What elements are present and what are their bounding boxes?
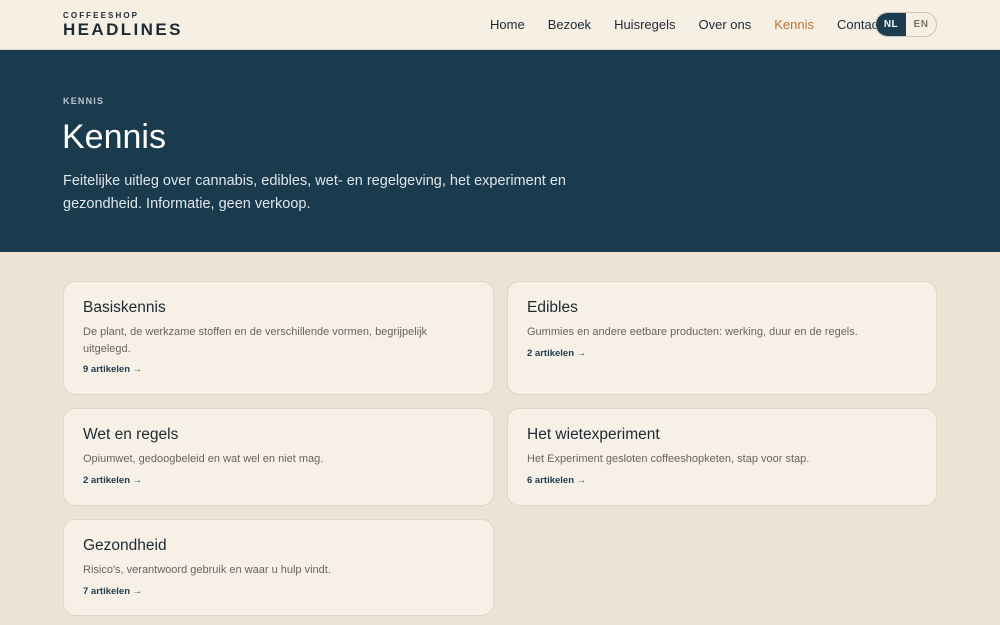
card-description: Het Experiment gesloten coffeeshopketen,…	[527, 453, 810, 465]
nav-home[interactable]: Home	[490, 17, 525, 32]
card-articles-link[interactable]: 6 artikelen →	[527, 475, 586, 486]
card-title: Wet en regels	[83, 426, 179, 443]
hero-section: KENNIS Kennis Feitelijke uitleg over can…	[0, 50, 1000, 252]
card-wietexperiment[interactable]: Het wietexperiment Het Experiment geslot…	[507, 408, 937, 506]
breadcrumb: KENNIS	[63, 96, 105, 106]
site-logo[interactable]: COFFEESHOP HEADLINES	[63, 11, 183, 38]
card-articles-link[interactable]: 2 artikelen →	[527, 348, 586, 359]
card-title: Basiskennis	[83, 299, 166, 316]
card-description: Opiumwet, gedoogbeleid en wat wel en nie…	[83, 453, 324, 465]
card-articles-link[interactable]: 2 artikelen →	[83, 475, 142, 486]
lang-nl-button[interactable]: NL	[876, 13, 906, 36]
card-title: Gezondheid	[83, 537, 167, 554]
nav-huisregels[interactable]: Huisregels	[614, 17, 675, 32]
main-nav: Home Bezoek Huisregels Over ons Kennis C…	[490, 17, 905, 32]
nav-over-ons[interactable]: Over ons	[698, 17, 751, 32]
logo-big-text: HEADLINES	[63, 20, 183, 39]
logo-small-text: COFFEESHOP	[63, 11, 140, 20]
language-switch: NL EN	[875, 12, 937, 37]
page-subtitle: Feitelijke uitleg over cannabis, edibles…	[63, 173, 566, 212]
card-gezondheid[interactable]: Gezondheid Risico's, verantwoord gebruik…	[63, 519, 494, 616]
lang-en-button[interactable]: EN	[906, 13, 936, 36]
site-header: COFFEESHOP HEADLINES Home Bezoek Huisreg…	[0, 0, 1000, 50]
card-articles-link[interactable]: 7 artikelen →	[83, 586, 142, 597]
card-wet-en-regels[interactable]: Wet en regels Opiumwet, gedoogbeleid en …	[63, 408, 494, 506]
card-articles-link[interactable]: 9 artikelen →	[83, 364, 142, 375]
card-title: Het wietexperiment	[527, 426, 660, 443]
nav-kennis[interactable]: Kennis	[774, 17, 814, 32]
card-description: Gummies en andere eetbare producten: wer…	[527, 326, 858, 338]
card-title: Edibles	[527, 299, 578, 316]
card-basiskennis[interactable]: Basiskennis De plant, de werkzame stoffe…	[63, 281, 494, 395]
nav-bezoek[interactable]: Bezoek	[548, 17, 591, 32]
card-description: Risico's, verantwoord gebruik en waar u …	[83, 564, 331, 576]
card-description: De plant, de werkzame stoffen en de vers…	[83, 326, 428, 355]
card-edibles[interactable]: Edibles Gummies en andere eetbare produc…	[507, 281, 937, 395]
page-title: Kennis	[62, 118, 166, 156]
